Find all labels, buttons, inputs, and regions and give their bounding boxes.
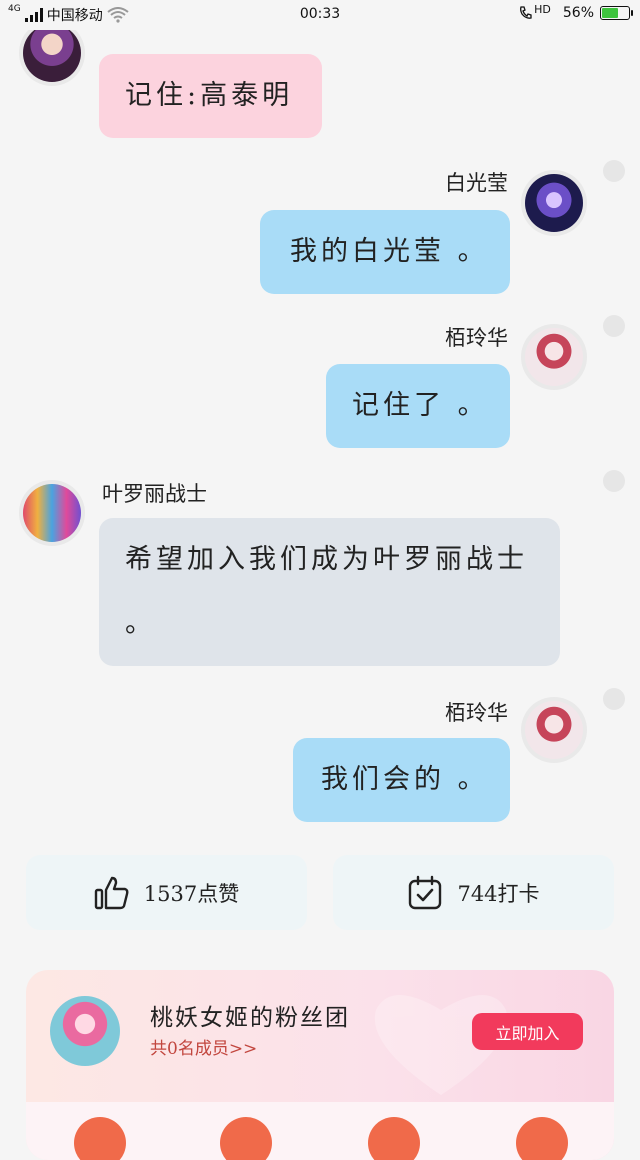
select-dot[interactable] — [603, 470, 625, 492]
calendar-check-icon — [409, 875, 442, 909]
hd-label: HD — [534, 2, 551, 16]
sender-name: 栢玲华 — [445, 701, 508, 725]
fan-action-icon[interactable] — [516, 1117, 568, 1160]
fan-club-avatar[interactable] — [50, 996, 120, 1066]
message-bubble: 我的白光莹 。 — [260, 210, 510, 294]
select-dot[interactable] — [603, 315, 625, 337]
select-dot[interactable] — [603, 688, 625, 710]
message-bubble: 记住了 。 — [326, 364, 510, 448]
sender-name: 白光莹 — [445, 171, 508, 195]
message-bubble: 希望加入我们成为叶罗丽战士 。 — [99, 518, 560, 666]
fan-action-icon[interactable] — [220, 1117, 272, 1160]
fan-action-icon[interactable] — [368, 1117, 420, 1160]
message-bubble: 记住:高泰明 — [99, 54, 322, 138]
select-dot[interactable] — [603, 160, 625, 182]
join-button[interactable]: 立即加入 — [472, 1013, 583, 1050]
checkin-button[interactable]: 744打卡 — [333, 855, 614, 930]
sender-name: 叶罗丽战士 — [102, 482, 207, 506]
checkin-count: 744打卡 — [457, 881, 540, 906]
avatar[interactable] — [521, 697, 587, 763]
fan-action-icon[interactable] — [74, 1117, 126, 1160]
fan-club-card[interactable]: 桃妖女姬的粉丝团 共0名成员>> 立即加入 — [26, 970, 614, 1160]
like-button[interactable]: 1537点赞 — [26, 855, 307, 930]
message-bubble: 我们会的 。 — [293, 738, 510, 822]
fan-club-title: 桃妖女姬的粉丝团 — [150, 1005, 350, 1031]
status-bar: 4G 中国移动 00:33 HD 56% — [0, 0, 640, 30]
avatar[interactable] — [19, 480, 85, 546]
fan-club-members-link[interactable]: 共0名成员>> — [150, 1034, 257, 1059]
battery-percent: 56% — [562, 5, 594, 21]
avatar[interactable] — [521, 170, 587, 236]
likes-count: 1537点赞 — [143, 881, 240, 906]
thumbs-up-icon — [94, 876, 129, 909]
battery-icon — [600, 6, 633, 20]
avatar[interactable] — [521, 324, 587, 390]
phone-hd-icon — [520, 6, 532, 19]
sender-name: 栢玲华 — [445, 326, 508, 350]
